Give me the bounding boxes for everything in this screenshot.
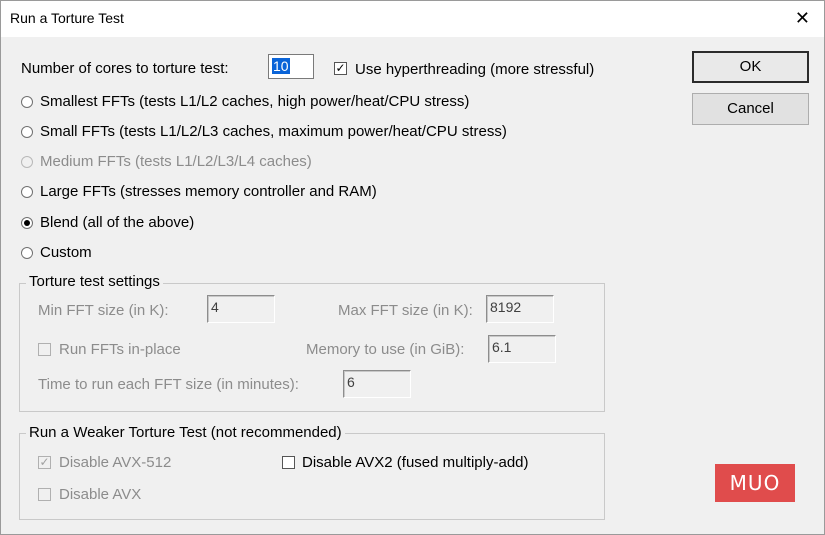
window-title: Run a Torture Test — [10, 10, 124, 26]
cores-input[interactable]: 10 — [268, 54, 314, 79]
weaker-group — [19, 433, 605, 520]
avx512-checkbox: ✓ — [38, 455, 51, 469]
blend-label: Blend (all of the above) — [40, 214, 195, 231]
hyperthreading-checkbox[interactable]: ✓ — [334, 62, 347, 75]
avx-checkbox — [38, 488, 51, 501]
time-input: 6 — [343, 370, 411, 398]
custom-label: Custom — [40, 244, 92, 261]
radio-small-ffts[interactable] — [21, 126, 33, 138]
min-fft-input: 4 — [207, 295, 275, 323]
medium-ffts-label: Medium FFTs (tests L1/L2/L3/L4 caches) — [40, 153, 312, 170]
cores-value: 10 — [272, 58, 290, 74]
min-fft-label: Min FFT size (in K): — [38, 302, 169, 319]
memory-label: Memory to use (in GiB): — [306, 341, 465, 358]
avx512-label: Disable AVX-512 — [59, 454, 172, 471]
small-ffts-label: Small FFTs (tests L1/L2/L3 caches, maxim… — [40, 123, 507, 140]
radio-medium-ffts — [21, 156, 33, 168]
ok-button[interactable]: OK — [692, 51, 809, 83]
avx2-label: Disable AVX2 (fused multiply-add) — [302, 454, 529, 471]
weaker-group-title: Run a Weaker Torture Test (not recommend… — [26, 424, 345, 441]
max-fft-label: Max FFT size (in K): — [338, 302, 473, 319]
torture-test-dialog: Run a Torture Test ✕ Number of cores to … — [0, 0, 825, 535]
large-ffts-label: Large FFTs (stresses memory controller a… — [40, 183, 377, 200]
radio-blend[interactable] — [21, 217, 33, 229]
title-bar: Run a Torture Test ✕ — [1, 1, 824, 37]
radio-large-ffts[interactable] — [21, 186, 33, 198]
avx-label: Disable AVX — [59, 486, 142, 503]
in-place-checkbox — [38, 343, 51, 356]
hyperthreading-label: Use hyperthreading (more stressful) — [355, 61, 595, 78]
avx2-checkbox[interactable] — [282, 456, 295, 469]
in-place-label: Run FFTs in-place — [59, 341, 181, 358]
max-fft-input: 8192 — [486, 295, 554, 323]
radio-custom[interactable] — [21, 247, 33, 259]
settings-group-title: Torture test settings — [26, 273, 163, 290]
cancel-button[interactable]: Cancel — [692, 93, 809, 125]
time-label: Time to run each FFT size (in minutes): — [38, 376, 299, 393]
close-icon[interactable]: ✕ — [795, 9, 810, 27]
radio-smallest-ffts[interactable] — [21, 96, 33, 108]
memory-input: 6.1 — [488, 335, 556, 363]
muo-logo: MUO — [715, 464, 795, 502]
cores-label: Number of cores to torture test: — [21, 60, 229, 77]
smallest-ffts-label: Smallest FFTs (tests L1/L2 caches, high … — [40, 93, 470, 110]
